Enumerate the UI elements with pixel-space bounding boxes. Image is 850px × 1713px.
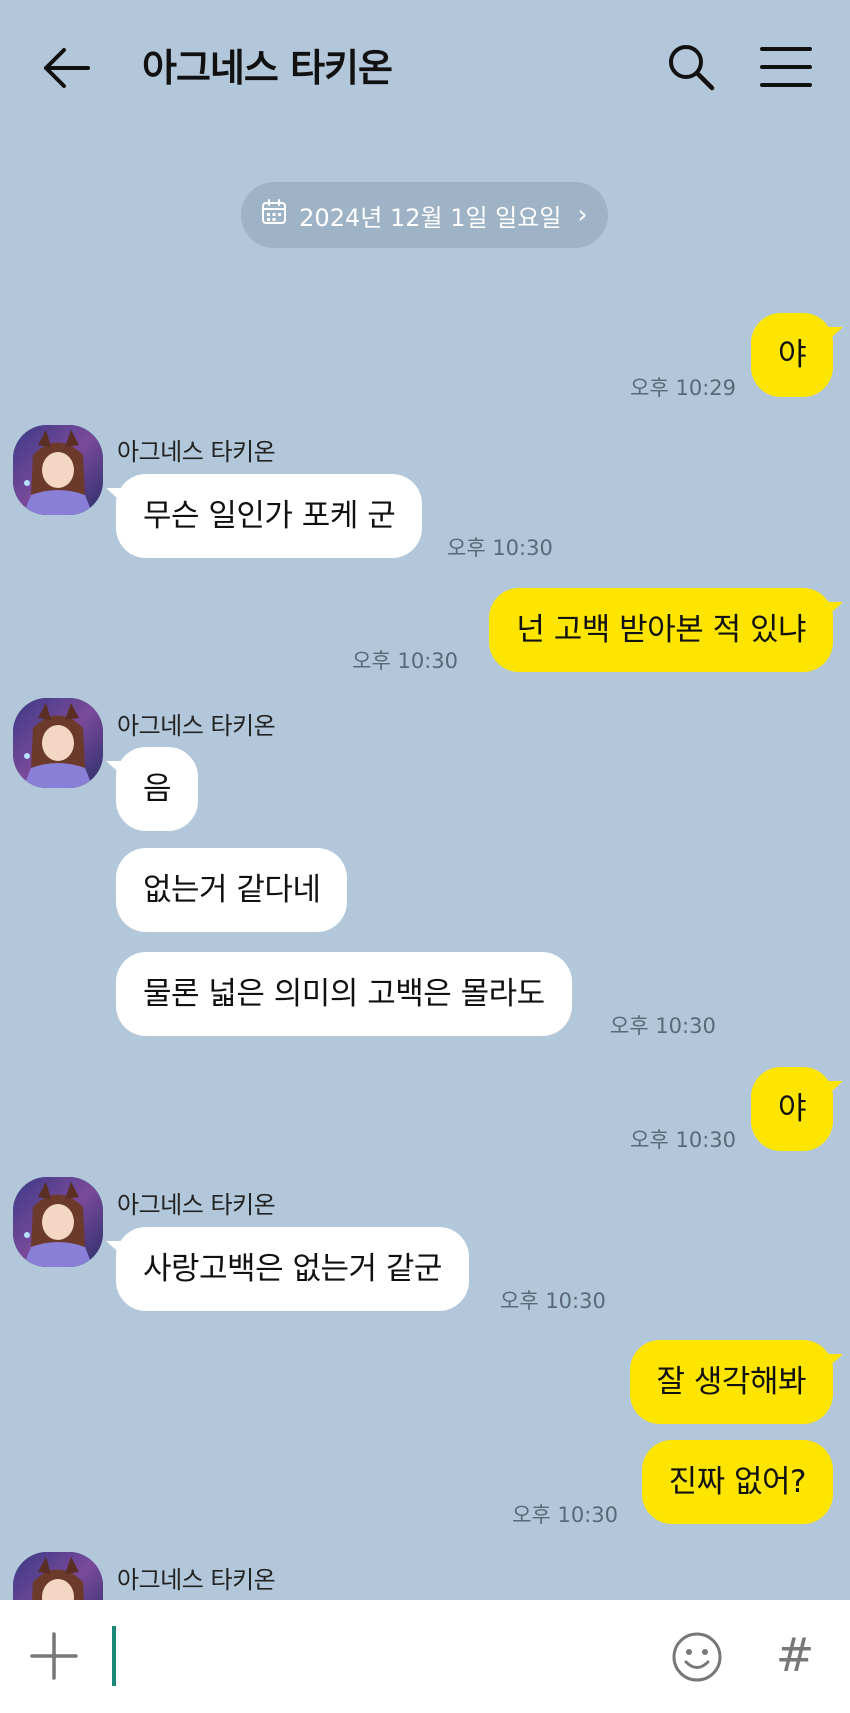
avatar[interactable] [13,698,103,788]
emoji-icon[interactable] [670,1630,724,1684]
sender-name: 아그네스 타키온 [117,1566,276,1594]
back-arrow-icon[interactable] [40,42,98,94]
incoming-message[interactable]: 음 [105,747,199,831]
message-time: 오후 10:30 [630,1128,736,1152]
sender-name: 아그네스 타키온 [117,1191,276,1219]
chevron-right-icon: › [577,200,588,230]
menu-icon[interactable] [758,44,814,90]
outgoing-message[interactable]: 잘 생각해봐 [629,1340,844,1424]
message-time: 오후 10:30 [610,1014,716,1038]
message-time: 오후 10:30 [512,1503,618,1527]
outgoing-message[interactable]: 야 [750,1067,844,1151]
outgoing-message[interactable]: 넌 고백 받아본 적 있냐 [489,588,843,672]
incoming-message[interactable]: 없는거 같다네 [116,848,348,932]
message-time: 오후 10:30 [500,1289,606,1313]
avatar[interactable] [13,425,103,515]
plus-icon[interactable] [28,1630,80,1682]
incoming-message[interactable]: 무슨 일인가 포케 군 [105,474,423,558]
calendar-icon [261,199,287,231]
incoming-message[interactable]: 사랑고백은 없는거 같군 [106,1227,469,1311]
chat-title: 아그네스 타키온 [142,46,393,90]
sender-name: 아그네스 타키온 [117,438,276,466]
date-chip[interactable]: 2024년 12월 1일 일요일 › [241,182,608,248]
message-composer: # [0,1600,850,1713]
incoming-message[interactable]: 물론 넓은 의미의 고백은 몰라도 [116,952,572,1036]
hashtag-button[interactable]: # [768,1628,822,1682]
message-time: 오후 10:30 [352,649,458,673]
search-icon[interactable] [664,40,718,94]
chat-header: 아그네스 타키온 [0,0,850,135]
outgoing-message[interactable]: 야 [750,313,844,397]
date-label: 2024년 12월 1일 일요일 [299,203,562,232]
avatar[interactable] [13,1177,103,1267]
text-caret [112,1626,116,1686]
outgoing-message[interactable]: 진짜 없어? [641,1440,833,1524]
message-time: 오후 10:29 [630,376,736,400]
avatar[interactable] [13,1552,103,1600]
sender-name: 아그네스 타키온 [117,712,276,740]
message-input[interactable] [104,1616,634,1696]
message-time: 오후 10:30 [447,536,553,560]
